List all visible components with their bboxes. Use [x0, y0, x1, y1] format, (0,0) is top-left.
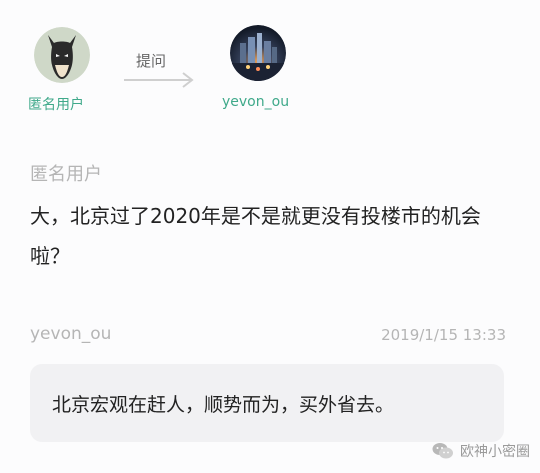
batman-mask-avatar-icon — [34, 27, 90, 83]
answer-timestamp: 2019/1/15 13:33 — [381, 326, 506, 344]
qa-header: 匿名用户 提问 yevon_ou — [0, 0, 540, 130]
asked-arrow: 提问 — [120, 50, 200, 94]
answer-bubble: 北京宏观在赶人，顺势而为，买外省去。 — [30, 364, 504, 442]
watermark: 欧神小密圈 — [432, 441, 530, 461]
asker-avatar[interactable] — [34, 27, 90, 83]
answer-text: 北京宏观在赶人，顺势而为，买外省去。 — [52, 394, 395, 416]
question-text: 大，北京过了2020年是不是就更没有投楼市的机会啦？ — [30, 204, 481, 268]
answer-meta: yevon_ou 2019/1/15 13:33 — [30, 324, 506, 348]
answerer-name[interactable]: yevon_ou — [222, 94, 289, 110]
answerer-avatar[interactable] — [230, 25, 286, 81]
watermark-text: 欧神小密圈 — [460, 444, 530, 460]
city-night-avatar-icon — [230, 25, 286, 81]
action-label: 提问 — [136, 52, 167, 70]
asker-name[interactable]: 匿名用户 — [28, 94, 84, 114]
wechat-icon — [432, 443, 453, 459]
question-asker-label: 匿名用户 — [30, 164, 102, 185]
answer-author[interactable]: yevon_ou — [30, 324, 111, 344]
arrow-right-icon — [124, 72, 194, 88]
